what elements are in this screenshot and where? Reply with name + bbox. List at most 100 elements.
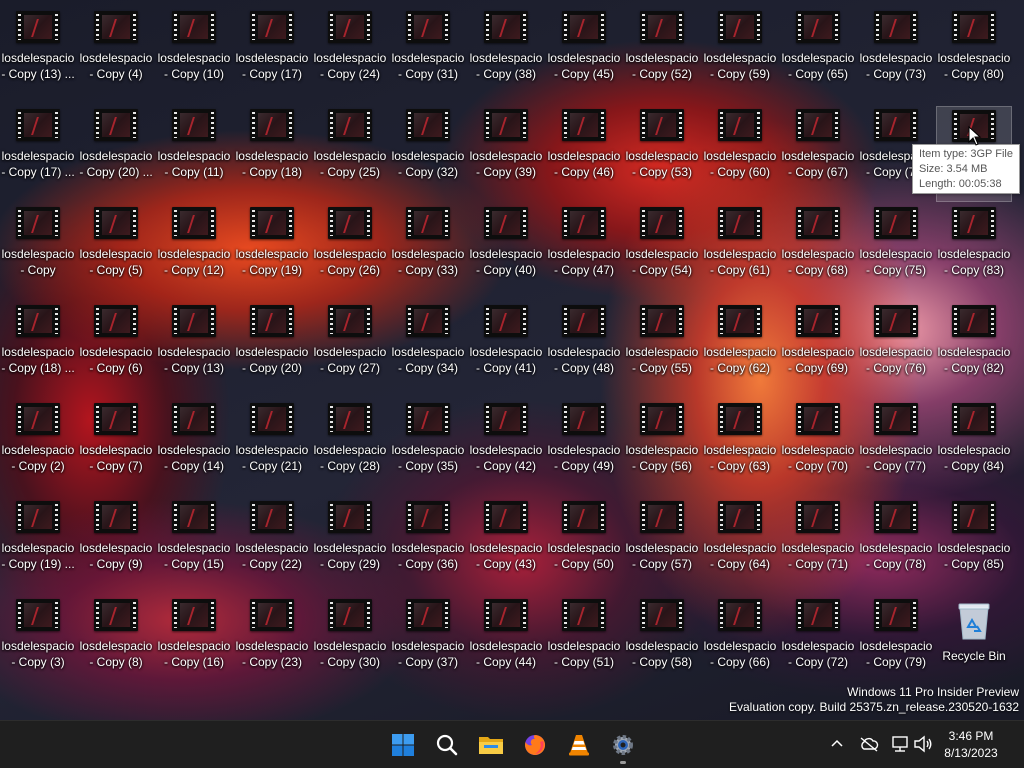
onedrive-offline-button[interactable] — [858, 733, 880, 755]
video-file-icon-item[interactable]: losdelespacio - Copy (13) ... — [0, 8, 76, 104]
video-file-icon-item[interactable]: losdelespacio - Copy (75) — [858, 204, 934, 300]
video-file-icon-item[interactable]: losdelespacio - Copy (78) — [858, 498, 934, 594]
start-button[interactable] — [383, 725, 423, 765]
video-file-icon-item[interactable]: losdelespacio - Copy (85) — [936, 498, 1012, 594]
video-file-icon-item[interactable]: losdelespacio - Copy (18) — [234, 106, 310, 202]
video-file-icon-item[interactable]: losdelespacio - Copy (20) ... — [78, 106, 154, 202]
video-file-icon-item[interactable]: losdelespacio - Copy (42) — [468, 400, 544, 496]
settings-button[interactable] — [603, 725, 643, 765]
video-file-icon-item[interactable]: losdelespacio - Copy (52) — [624, 8, 700, 104]
video-file-icon-item[interactable]: losdelespacio - Copy (69) — [780, 302, 856, 398]
video-file-icon-item[interactable]: losdelespacio - Copy (49) — [546, 400, 622, 496]
video-file-icon-item[interactable]: losdelespacio - Copy (56) — [624, 400, 700, 496]
video-file-icon-item[interactable]: losdelespacio - Copy (61) — [702, 204, 778, 300]
video-file-icon-item[interactable]: losdelespacio - Copy (22) — [234, 498, 310, 594]
video-file-icon-item[interactable]: losdelespacio - Copy (46) — [546, 106, 622, 202]
video-file-icon-item[interactable]: losdelespacio - Copy (17) — [234, 8, 310, 104]
video-file-icon-item[interactable]: losdelespacio - Copy (27) — [312, 302, 388, 398]
video-file-icon-item[interactable]: losdelespacio - Copy (18) ... — [0, 302, 76, 398]
video-file-icon-item[interactable]: losdelespacio - Copy (10) — [156, 8, 232, 104]
video-file-icon-item[interactable]: losdelespacio - Copy (51) — [546, 596, 622, 692]
video-file-icon-item[interactable]: losdelespacio - Copy (14) — [156, 400, 232, 496]
video-file-icon-item[interactable]: losdelespacio - Copy (47) — [546, 204, 622, 300]
video-file-icon-item[interactable]: losdelespacio - Copy (44) — [468, 596, 544, 692]
video-file-icon-item[interactable]: losdelespacio - Copy (62) — [702, 302, 778, 398]
video-file-icon-item[interactable]: losdelespacio - Copy (39) — [468, 106, 544, 202]
recycle-bin-icon-item[interactable]: Recycle Bin — [936, 596, 1012, 692]
video-file-icon-item[interactable]: losdelespacio - Copy (23) — [234, 596, 310, 692]
video-file-icon-item[interactable]: losdelespacio - Copy (31) — [390, 8, 466, 104]
firefox-button[interactable] — [515, 725, 555, 765]
video-file-icon-item[interactable]: losdelespacio - Copy (34) — [390, 302, 466, 398]
video-file-icon-item[interactable]: losdelespacio - Copy (9) — [78, 498, 154, 594]
video-file-icon-item[interactable]: losdelespacio - Copy (7) — [78, 400, 154, 496]
video-file-icon-item[interactable]: losdelespacio - Copy (73) — [858, 8, 934, 104]
video-file-icon-item[interactable]: losdelespacio - Copy (19) ... — [0, 498, 76, 594]
video-file-icon-item[interactable]: losdelespacio - Copy (2) — [0, 400, 76, 496]
video-file-icon-item[interactable]: losdelespacio - Copy (58) — [624, 596, 700, 692]
video-file-icon-item[interactable]: losdelespacio - Copy (35) — [390, 400, 466, 496]
video-file-icon-item[interactable]: losdelespacio - Copy (54) — [624, 204, 700, 300]
video-file-icon-item[interactable]: losdelespacio - Copy (82) — [936, 302, 1012, 398]
video-file-icon-item[interactable]: losdelespacio - Copy (36) — [390, 498, 466, 594]
video-file-icon-item[interactable]: losdelespacio - Copy (38) — [468, 8, 544, 104]
video-file-icon-item[interactable]: losdelespacio - Copy (24) — [312, 8, 388, 104]
show-hidden-icons-button[interactable] — [826, 733, 848, 755]
video-file-icon-item[interactable]: losdelespacio - Copy (8) — [78, 596, 154, 692]
search-button[interactable] — [427, 725, 467, 765]
file-explorer-button[interactable] — [471, 725, 511, 765]
video-file-icon-item[interactable]: losdelespacio - Copy (71) — [780, 498, 856, 594]
taskbar-clock[interactable]: 3:46 PM 8/13/2023 — [938, 728, 1004, 762]
video-file-icon-item[interactable]: losdelespacio - Copy (72) — [780, 596, 856, 692]
video-file-icon-item[interactable]: losdelespacio - Copy (30) — [312, 596, 388, 692]
video-file-icon-item[interactable]: losdelespacio - Copy (80) — [936, 8, 1012, 104]
video-file-icon-item[interactable]: losdelespacio - Copy (55) — [624, 302, 700, 398]
video-file-icon-item[interactable]: losdelespacio - Copy (16) — [156, 596, 232, 692]
volume-button[interactable] — [912, 733, 934, 755]
video-file-icon-item[interactable]: losdelespacio - Copy (67) — [780, 106, 856, 202]
video-file-icon-item[interactable]: losdelespacio - Copy (4) — [78, 8, 154, 104]
video-file-icon-item[interactable]: losdelespacio - Copy (5) — [78, 204, 154, 300]
video-file-icon-item[interactable]: losdelespacio - Copy (19) — [234, 204, 310, 300]
video-file-icon-item[interactable]: losdelespacio - Copy (17) ... — [0, 106, 76, 202]
video-file-icon-item[interactable]: losdelespacio - Copy (32) — [390, 106, 466, 202]
video-file-icon-item[interactable]: losdelespacio - Copy (41) — [468, 302, 544, 398]
video-file-icon-item[interactable]: losdelespacio - Copy (37) — [390, 596, 466, 692]
video-file-icon-item[interactable]: losdelespacio - Copy (79) — [858, 596, 934, 692]
video-file-icon-item[interactable]: losdelespacio - Copy (26) — [312, 204, 388, 300]
video-file-icon-item[interactable]: losdelespacio - Copy (40) — [468, 204, 544, 300]
video-file-icon-item[interactable]: losdelespacio - Copy (57) — [624, 498, 700, 594]
video-file-icon-item[interactable]: losdelespacio - Copy (83) — [936, 204, 1012, 300]
video-file-icon-item[interactable]: losdelespacio - Copy (21) — [234, 400, 310, 496]
video-file-icon-item[interactable]: losdelespacio - Copy (28) — [312, 400, 388, 496]
video-file-icon-item[interactable]: losdelespacio - Copy (43) — [468, 498, 544, 594]
video-file-icon-item[interactable]: losdelespacio - Copy (11) — [156, 106, 232, 202]
video-file-icon-item[interactable]: losdelespacio - Copy (20) — [234, 302, 310, 398]
video-file-icon-item[interactable]: losdelespacio - Copy (77) — [858, 400, 934, 496]
vlc-button[interactable] — [559, 725, 599, 765]
video-file-icon-item[interactable]: losdelespacio - Copy (25) — [312, 106, 388, 202]
video-file-icon-item[interactable]: losdelespacio - Copy (64) — [702, 498, 778, 594]
video-file-icon-item[interactable]: losdelespacio - Copy (48) — [546, 302, 622, 398]
video-file-icon-item[interactable]: losdelespacio - Copy (68) — [780, 204, 856, 300]
video-file-icon-item[interactable]: losdelespacio - Copy (65) — [780, 8, 856, 104]
video-file-icon-item[interactable]: losdelespacio - Copy (13) — [156, 302, 232, 398]
video-file-icon-item[interactable]: losdelespacio - Copy (84) — [936, 400, 1012, 496]
video-file-icon-item[interactable]: losdelespacio - Copy (59) — [702, 8, 778, 104]
video-file-icon-item[interactable]: losdelespacio - Copy (3) — [0, 596, 76, 692]
video-file-icon-item[interactable]: losdelespacio - Copy (50) — [546, 498, 622, 594]
video-file-icon-item[interactable]: losdelespacio - Copy — [0, 204, 76, 300]
network-button[interactable] — [889, 733, 911, 755]
video-file-icon-item[interactable]: losdelespacio - Copy (12) — [156, 204, 232, 300]
video-file-icon-item[interactable]: losdelespacio - Copy (45) — [546, 8, 622, 104]
video-file-icon-item[interactable]: losdelespacio - Copy (70) — [780, 400, 856, 496]
video-file-icon-item[interactable]: losdelespacio - Copy (60) — [702, 106, 778, 202]
video-file-icon-item[interactable]: losdelespacio - Copy (63) — [702, 400, 778, 496]
video-file-icon-item[interactable]: losdelespacio - Copy (76) — [858, 302, 934, 398]
video-file-icon-item[interactable]: losdelespacio - Copy (66) — [702, 596, 778, 692]
video-file-icon-item[interactable]: losdelespacio - Copy (29) — [312, 498, 388, 594]
video-file-icon-item[interactable]: losdelespacio - Copy (6) — [78, 302, 154, 398]
video-file-icon-item[interactable]: losdelespacio - Copy (53) — [624, 106, 700, 202]
video-file-icon-item[interactable]: losdelespacio - Copy (15) — [156, 498, 232, 594]
video-file-icon-item[interactable]: losdelespacio - Copy (33) — [390, 204, 466, 300]
